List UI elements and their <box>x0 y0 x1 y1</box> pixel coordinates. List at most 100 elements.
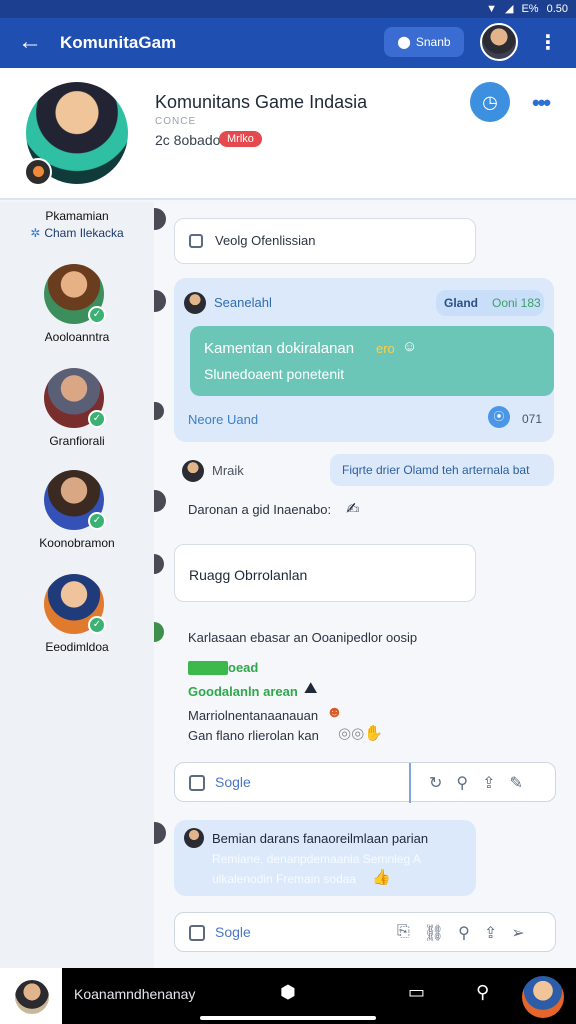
status-badge: Mrlko <box>219 131 262 147</box>
edit-icon[interactable]: ✎ <box>510 773 523 793</box>
clock: 0.50 <box>546 3 568 15</box>
history-icon[interactable]: ↻ <box>429 773 442 793</box>
checkbox-icon <box>189 234 203 248</box>
home-indicator[interactable] <box>200 1016 376 1020</box>
sidebar-member-1[interactable]: ✓ Aooloanntra <box>0 264 154 354</box>
sidebar-subtitle: ✲ Cham Ilekacka <box>0 225 154 242</box>
options-icon[interactable]: ••• <box>532 90 551 116</box>
message-text: Karlasaan ebasar an Ooanipedlor oosip <box>188 630 418 645</box>
more-menu-icon[interactable]: ⋮ <box>538 30 558 55</box>
pill-text: Fiqrte drier Olamd teh arternala bat <box>342 463 530 477</box>
pill-count: Ooni 183 <box>492 296 541 310</box>
sidebar-header: Pkamamian ✲ Cham Ilekacka <box>0 208 154 242</box>
avatar <box>154 208 166 230</box>
attach-file-icon[interactable]: ⎘ <box>397 923 410 943</box>
message-text: ulkalenodin Fremain sodaa <box>212 872 357 886</box>
avatar <box>154 554 164 574</box>
group-title: Komunitans Game Indasia <box>155 92 368 112</box>
battery-indicator: E% <box>521 3 539 15</box>
avatar <box>184 292 206 314</box>
home-icon[interactable]: ⬢ <box>280 982 296 1003</box>
check-icon: ✓ <box>88 616 106 634</box>
message-card[interactable]: Seanelahl Gland Ooni 183 Kamentan dokira… <box>174 278 554 442</box>
avatar <box>154 822 166 844</box>
reaction-pill[interactable]: Gland Ooni 183 <box>436 290 544 316</box>
link-icon[interactable]: ⛓ <box>424 923 444 943</box>
document-icon <box>189 775 205 791</box>
highlight-tag: ero <box>376 341 395 356</box>
avatar <box>182 460 204 482</box>
avatar <box>154 402 164 420</box>
search-icon[interactable]: ⚲ <box>456 773 468 793</box>
search-button[interactable]: ⬤ Snanb <box>384 27 464 57</box>
bottom-navigation: Koanamndhenanay ⬢ ▭ ⚲ <box>0 968 576 1024</box>
message-text: Veolg Ofenlissian <box>215 233 316 248</box>
timer-button[interactable]: ◷ <box>470 82 510 122</box>
party-emoji-icon: ⛰ <box>304 680 318 697</box>
avatar[interactable] <box>15 980 49 1014</box>
share-icon[interactable]: ⇪ <box>482 773 495 793</box>
sidebar-subtitle-text: Cham Ilekacka <box>44 226 124 240</box>
status-icons: ▼ ◢ E% 0.50 <box>486 2 568 16</box>
sidebar-title: Pkamamian <box>45 209 109 223</box>
app-title: KomunitaGam <box>60 33 177 52</box>
user-avatar[interactable] <box>522 976 564 1018</box>
emoji-icon: ✍ <box>346 501 360 518</box>
input-toolbar: ↻ ⚲ ⇪ ✎ <box>429 773 523 793</box>
share-icon[interactable]: ⇪ <box>484 923 497 943</box>
sender-name: Mraik <box>212 463 244 478</box>
group-meta: CONCE <box>155 116 197 127</box>
card-footer-label: Neore Uand <box>188 412 259 427</box>
avatar <box>154 490 166 512</box>
member-name: Eeodimldoa <box>45 640 109 654</box>
clock-icon: ◷ <box>482 91 498 112</box>
message-bubble[interactable]: Veolg Ofenlissian <box>174 218 476 264</box>
group-header: Komunitans Game Indasia CONCE 2c 8obado … <box>0 68 576 200</box>
message-bubble[interactable]: Ruagg Obrrolanlan <box>174 544 476 602</box>
sidebar-member-4[interactable]: ✓ Eeodimldoa <box>0 574 154 664</box>
message-text: Ruagg Obrrolanlan <box>189 567 308 583</box>
input-toolbar: ⎘ ⛓ ⚲ ⇪ ➢ <box>397 923 525 943</box>
message-card[interactable]: Bemian darans fanaoreilmlaan parian Remi… <box>174 820 476 896</box>
search-button-label: Snanb <box>415 35 451 49</box>
status-bar: ▼ ◢ E% 0.50 <box>0 0 576 18</box>
avatar <box>154 290 166 312</box>
message-input[interactable]: Sogle <box>215 924 251 940</box>
sparkle-icon: ✲ <box>30 226 41 240</box>
signal-icon: ▼ <box>486 3 497 15</box>
recent-apps-icon[interactable]: ▭ <box>408 982 425 1003</box>
bottom-label: Koanamndhenanay <box>74 986 196 1002</box>
group-members-count: 2c 8obado <box>155 132 221 148</box>
face-emoji-icon: ☻ <box>326 704 343 721</box>
app-bar: ← KomunitaGam ⬤ Snanb ⋮ <box>0 18 576 68</box>
thumbs-up-emoji-icon: 👍 <box>372 869 391 886</box>
thumb-icon[interactable]: ⦿ <box>488 406 510 428</box>
avatar <box>154 622 164 642</box>
message-text: Bemian darans fanaoreilmlaan parian <box>212 831 429 846</box>
green-bar <box>188 661 228 675</box>
sidebar-member-2[interactable]: ✓ Granfiorali <box>0 368 154 458</box>
chat-area: Veolg Ofenlissian Seanelahl Gland Ooni 1… <box>154 202 576 968</box>
check-icon: ✓ <box>88 306 106 324</box>
back-arrow-icon[interactable]: ← <box>18 28 42 56</box>
sender-name: Seanelahl <box>214 295 272 310</box>
green-bar-label: oead <box>228 660 259 675</box>
card-footer-count: 071 <box>522 412 543 426</box>
send-icon[interactable]: ➢ <box>511 923 524 943</box>
message-input[interactable]: Sogle <box>215 774 251 790</box>
message-pill[interactable]: Fiqrte drier Olamd teh arternala bat <box>330 454 554 486</box>
search-icon[interactable]: ⚲ <box>458 923 470 943</box>
highlight-title: Kamentan dokiralanan <box>204 340 355 357</box>
search-icon[interactable]: ⚲ <box>476 982 489 1003</box>
message-input-bar[interactable]: Sogle ↻ ⚲ ⇪ ✎ <box>174 762 556 803</box>
divider <box>409 763 411 803</box>
smile-emoji-icon: ☺ <box>402 338 418 355</box>
message-text: Marriolnentanaanauan <box>188 708 319 723</box>
profile-avatar[interactable] <box>480 23 518 61</box>
check-icon: ✓ <box>88 410 106 428</box>
message-input-bar[interactable]: Sogle ⎘ ⛓ ⚲ ⇪ ➢ <box>174 912 556 952</box>
message-text: Remiane, denanpdemaania Semnleg A <box>212 852 421 866</box>
reaction-emojis-icon: ◎◎✋ <box>338 725 383 742</box>
sidebar-member-3[interactable]: ✓ Koonobramon <box>0 470 154 560</box>
document-icon <box>189 925 205 941</box>
